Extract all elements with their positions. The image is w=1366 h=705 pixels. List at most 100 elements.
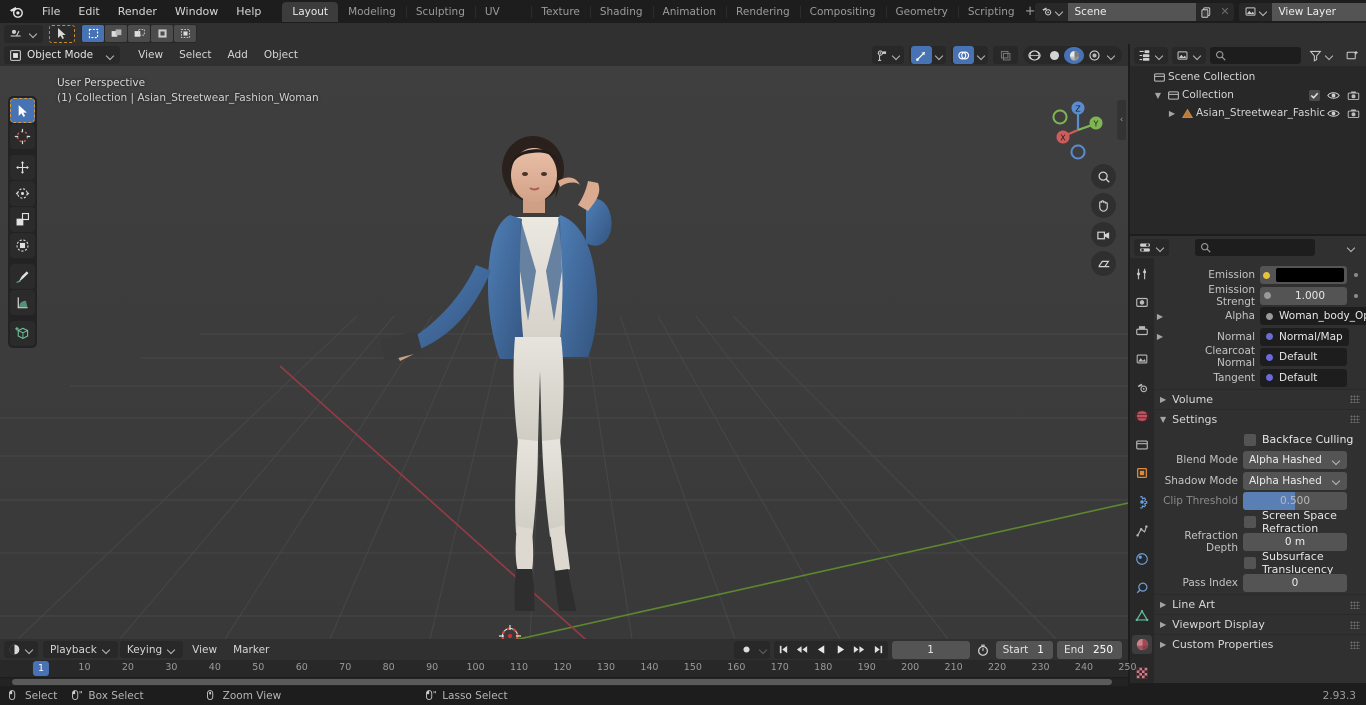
measure-tool[interactable] <box>10 290 35 315</box>
expand-triangle-icon[interactable]: ▼ <box>1152 86 1164 104</box>
xray-toggle-group[interactable] <box>993 46 1018 64</box>
properties-editor-type[interactable] <box>1134 238 1169 256</box>
select-mode-intersect[interactable] <box>174 25 196 42</box>
object-tab[interactable] <box>1132 464 1152 484</box>
collection-tab[interactable] <box>1132 435 1152 455</box>
jump-to-start-button[interactable] <box>774 641 793 659</box>
new-collection-button[interactable] <box>1342 47 1362 64</box>
outliner-display-mode[interactable] <box>1172 46 1206 64</box>
physics-tab[interactable] <box>1132 549 1152 569</box>
section-volume[interactable]: ▶ Volume <box>1154 388 1366 409</box>
transform-tool[interactable] <box>10 233 35 258</box>
active-tool-button[interactable] <box>49 24 75 43</box>
toggle-ortho-tool[interactable] <box>1091 251 1116 276</box>
viewport-menu-add[interactable]: Add <box>220 47 254 64</box>
link-socket[interactable]: Default <box>1260 348 1347 366</box>
viewport-menu-view[interactable]: View <box>131 47 170 64</box>
remove-scene-button[interactable]: ✕ <box>1215 3 1234 21</box>
outliner-row[interactable]: ▶ Asian_Streetwear_Fashic <box>1130 104 1366 122</box>
play-button[interactable] <box>831 641 850 659</box>
add-workspace-button[interactable]: + <box>1025 2 1036 21</box>
scene-selector[interactable]: Scene ✕ <box>1035 2 1235 21</box>
cursor-tool[interactable] <box>10 124 35 149</box>
color-socket[interactable] <box>1260 266 1347 284</box>
chevron-down-icon[interactable] <box>1107 51 1116 60</box>
view-layer-name[interactable]: View Layer <box>1272 2 1366 21</box>
chevron-down-icon[interactable] <box>759 645 768 654</box>
outliner-row[interactable]: ▼ Collection <box>1130 86 1366 104</box>
scene-icon[interactable] <box>1035 5 1068 18</box>
properties-options-button[interactable] <box>1341 239 1362 256</box>
timeline-menu-view[interactable]: View <box>185 641 224 658</box>
blend-mode-dropdown[interactable]: Alpha Hashed <box>1243 451 1347 469</box>
editor-type-selector-viewport[interactable]: Object Mode <box>4 46 121 64</box>
select-mode-extend[interactable] <box>105 25 127 42</box>
clip-threshold-slider[interactable]: 0.500 <box>1243 492 1347 510</box>
workspace-tab-modeling[interactable]: Modeling <box>338 2 406 22</box>
section-line-art[interactable]: ▶ Line Art <box>1154 594 1366 614</box>
scene-name[interactable]: Scene <box>1068 2 1197 21</box>
backface-culling-checkbox[interactable] <box>1244 433 1256 446</box>
gizmo-toggle-group[interactable] <box>909 46 946 64</box>
zoom-tool[interactable] <box>1091 164 1116 189</box>
animate-property-dot[interactable] <box>1352 293 1360 298</box>
color-swatch[interactable] <box>1276 268 1344 282</box>
drag-grip-icon[interactable] <box>1350 395 1360 403</box>
tweak-select-tool[interactable] <box>10 98 35 123</box>
chevron-down-icon[interactable] <box>977 51 986 60</box>
particles-tab[interactable] <box>1132 521 1152 541</box>
auto-keyframe-button[interactable] <box>736 641 757 659</box>
screen-space-refraction-row[interactable]: Screen Space Refraction <box>1154 509 1360 535</box>
menu-window[interactable]: Window <box>166 3 227 21</box>
number-socket[interactable]: 1.000 <box>1260 286 1347 305</box>
output-tab[interactable] <box>1132 321 1152 341</box>
shading-rendered-button[interactable] <box>1084 47 1104 64</box>
auto-keying-group[interactable] <box>733 640 770 659</box>
scene-tab[interactable] <box>1132 378 1152 398</box>
timeline-menu-keying[interactable]: Keying <box>119 641 184 658</box>
overlays-toggle-group[interactable] <box>951 46 988 64</box>
workspace-tab-rendering[interactable]: Rendering <box>726 2 800 22</box>
end-frame-field[interactable]: End 250 <box>1056 640 1122 659</box>
select-mode-subtract[interactable] <box>128 25 150 42</box>
workspace-tab-scripting[interactable]: Scripting <box>957 2 1025 22</box>
viewport-canvas[interactable]: User Perspective (1) Collection | Asian_… <box>0 66 1128 639</box>
menu-help[interactable]: Help <box>227 3 270 21</box>
shadow-mode-dropdown[interactable]: Alpha Hashed <box>1243 471 1347 490</box>
drag-grip-icon[interactable] <box>1350 600 1360 609</box>
timeline-menu-playback[interactable]: Playback <box>43 641 118 658</box>
blender-logo-icon[interactable] <box>9 4 24 19</box>
workspace-tab-layout[interactable]: Layout <box>282 1 339 22</box>
link-socket[interactable]: Woman_body_Opac... <box>1260 307 1366 325</box>
refraction-depth-field[interactable]: 0 m <box>1243 533 1347 551</box>
world-tab[interactable] <box>1132 407 1152 427</box>
move-view-tool[interactable] <box>1091 193 1116 218</box>
outliner-row[interactable]: Scene Collection <box>1130 68 1366 86</box>
workspace-tab-animation[interactable]: Animation <box>652 2 727 22</box>
workspace-tab-sculpting[interactable]: Sculpting <box>405 2 475 22</box>
backface-culling-row[interactable]: Backface Culling <box>1154 430 1360 449</box>
view-layer-icon[interactable] <box>1239 5 1272 18</box>
camera-view-tool[interactable] <box>1091 222 1116 247</box>
view-layer-tab[interactable] <box>1132 350 1152 370</box>
shading-material-preview-button[interactable] <box>1064 46 1084 64</box>
pass-index-field[interactable]: 0 <box>1243 574 1347 592</box>
section-settings[interactable]: ▼ Settings <box>1154 408 1366 429</box>
rotate-tool[interactable] <box>10 181 35 206</box>
jump-to-end-button[interactable] <box>869 641 888 659</box>
add-cube-tool[interactable] <box>10 321 35 346</box>
properties-search-input[interactable] <box>1195 238 1315 256</box>
move-tool[interactable] <box>10 155 35 180</box>
show-overlays-button[interactable] <box>953 46 974 64</box>
select-mode-set[interactable] <box>82 25 104 42</box>
outliner-search-input[interactable] <box>1210 46 1301 64</box>
show-gizmo-button[interactable] <box>911 46 932 64</box>
material-tab[interactable] <box>1132 634 1152 655</box>
expand-triangle-icon[interactable]: ▶ <box>1154 332 1166 341</box>
camera-icon[interactable] <box>1347 108 1360 119</box>
play-reverse-button[interactable] <box>812 641 831 659</box>
outliner-editor-type[interactable] <box>1134 46 1168 64</box>
tool-tab[interactable] <box>1132 264 1152 284</box>
modifier-tab[interactable] <box>1132 492 1152 512</box>
menu-edit[interactable]: Edit <box>69 3 108 21</box>
